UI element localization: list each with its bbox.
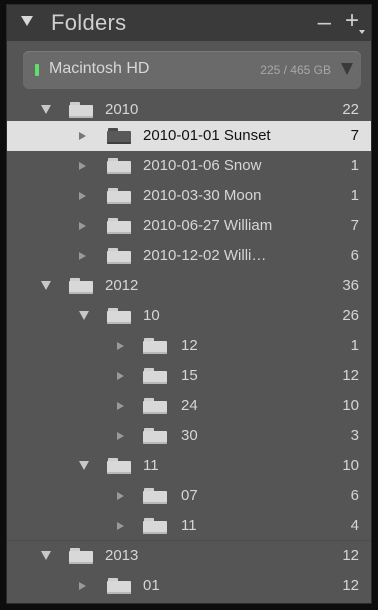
- volume-usage: 225 / 465 GB: [260, 63, 331, 77]
- folder-icon: [143, 368, 167, 384]
- disclosure-open-icon[interactable]: [41, 105, 51, 114]
- folder-count: 3: [350, 427, 359, 444]
- folder-icon: [143, 338, 167, 354]
- folder-label: 10: [143, 307, 160, 324]
- folder-label: 30: [181, 427, 198, 444]
- tree-row-2012-10-30[interactable]: 30 3: [7, 421, 371, 451]
- folder-count: 4: [350, 517, 359, 534]
- tree-row-2013-01[interactable]: 01 12: [7, 571, 371, 601]
- disclosure-open-icon[interactable]: [79, 311, 89, 320]
- folder-icon: [107, 458, 131, 474]
- tree-row-2013[interactable]: 2013 12: [7, 541, 371, 571]
- tree-row-2012-10-24[interactable]: 24 10: [7, 391, 371, 421]
- folder-icon: [107, 248, 131, 264]
- folder-label: 2010-12-02 Willi…: [143, 247, 267, 264]
- disclosure-closed-icon[interactable]: [117, 402, 124, 410]
- folder-label: 01: [143, 577, 160, 594]
- tree-row-2010-01-06-snow[interactable]: 2010-01-06 Snow 1: [7, 151, 371, 181]
- disclosure-closed-icon[interactable]: [79, 582, 86, 590]
- folder-count: 26: [342, 307, 359, 324]
- folder-label: 2012: [105, 277, 139, 294]
- folder-icon: [107, 158, 131, 174]
- disclosure-closed-icon[interactable]: [79, 222, 86, 230]
- tree-row-2012[interactable]: 2012 36: [7, 271, 371, 301]
- folder-count: 10: [342, 397, 359, 414]
- folder-icon: [107, 578, 131, 594]
- folder-icon: [107, 188, 131, 204]
- folder-icon: [143, 398, 167, 414]
- folder-count: 12: [342, 367, 359, 384]
- folder-label: 2010-06-27 William: [143, 217, 273, 234]
- folder-label: 2010-01-01 Sunset: [143, 127, 271, 144]
- folder-label: 11: [181, 517, 197, 534]
- tree-row-2012-10-12[interactable]: 12 1: [7, 331, 371, 361]
- disclosure-closed-icon[interactable]: [79, 192, 86, 200]
- folder-icon: [143, 518, 167, 534]
- folder-label: 24: [181, 397, 198, 414]
- folder-icon: [107, 218, 131, 234]
- tree-row-2012-10[interactable]: 10 26: [7, 301, 371, 331]
- disclosure-closed-icon[interactable]: [117, 522, 124, 530]
- remove-folder-button[interactable]: –: [318, 9, 331, 37]
- folder-label: 15: [181, 367, 198, 384]
- volume-bar[interactable]: Macintosh HD 225 / 465 GB: [23, 51, 361, 89]
- folder-icon: [69, 278, 93, 294]
- tree-row-2010-01-01-sunset[interactable]: 2010-01-01 Sunset 7: [7, 121, 371, 151]
- volume-name: Macintosh HD: [49, 60, 150, 77]
- folder-label: 2010: [105, 101, 139, 118]
- folder-icon: [107, 128, 131, 144]
- tree-row-2010-03-30-moon[interactable]: 2010-03-30 Moon 1: [7, 181, 371, 211]
- tree-row-2010-12-02-william[interactable]: 2010-12-02 Willi… 6: [7, 241, 371, 271]
- folder-count: 7: [350, 127, 359, 144]
- folder-label: 2013: [105, 547, 139, 564]
- tree-row-2012-11[interactable]: 11 10: [7, 451, 371, 481]
- folder-icon: [143, 428, 167, 444]
- disclosure-closed-icon[interactable]: [79, 132, 86, 140]
- collapse-triangle-icon[interactable]: [21, 16, 33, 26]
- folder-count: 6: [350, 487, 359, 504]
- add-folder-button[interactable]: +: [345, 7, 359, 35]
- volume-menu-caret-icon[interactable]: [341, 63, 353, 75]
- disclosure-open-icon[interactable]: [41, 281, 51, 290]
- folder-label: 11: [143, 457, 159, 474]
- folder-count: 12: [342, 547, 359, 564]
- folder-count: 36: [342, 277, 359, 294]
- folder-label: 12: [181, 337, 198, 354]
- folder-count: 22: [342, 101, 359, 118]
- tree-row-2010-06-27-william[interactable]: 2010-06-27 William 7: [7, 211, 371, 241]
- folder-count: 1: [350, 157, 359, 174]
- disclosure-open-icon[interactable]: [79, 461, 89, 470]
- folder-icon: [69, 102, 93, 118]
- disclosure-closed-icon[interactable]: [79, 252, 86, 260]
- tree-row-2012-11-07[interactable]: 07 6: [7, 481, 371, 511]
- volume-status-icon: [35, 64, 39, 76]
- add-menu-caret-icon[interactable]: [359, 30, 365, 34]
- disclosure-closed-icon[interactable]: [117, 342, 124, 350]
- tree-row-2012-11-11[interactable]: 11 4: [7, 511, 371, 541]
- folder-label: 07: [181, 487, 198, 504]
- disclosure-closed-icon[interactable]: [79, 162, 86, 170]
- folders-panel-header[interactable]: Folders – +: [7, 5, 371, 41]
- folder-icon: [143, 488, 167, 504]
- folder-count: 12: [342, 577, 359, 594]
- disclosure-closed-icon[interactable]: [117, 492, 124, 500]
- folder-icon: [107, 308, 131, 324]
- folder-label: 2010-03-30 Moon: [143, 187, 262, 204]
- folder-count: 6: [350, 247, 359, 264]
- disclosure-open-icon[interactable]: [41, 551, 51, 560]
- folders-panel: Folders – + Macintosh HD 225 / 465 GB 20…: [6, 4, 372, 604]
- tree-row-2012-10-15[interactable]: 15 12: [7, 361, 371, 391]
- panel-title: Folders: [51, 10, 127, 35]
- folder-count: 10: [342, 457, 359, 474]
- folder-count: 1: [350, 337, 359, 354]
- folder-icon: [69, 548, 93, 564]
- folder-label: 2010-01-06 Snow: [143, 157, 262, 174]
- disclosure-closed-icon[interactable]: [117, 432, 124, 440]
- disclosure-closed-icon[interactable]: [117, 372, 124, 380]
- folder-count: 1: [350, 187, 359, 204]
- folder-count: 7: [350, 217, 359, 234]
